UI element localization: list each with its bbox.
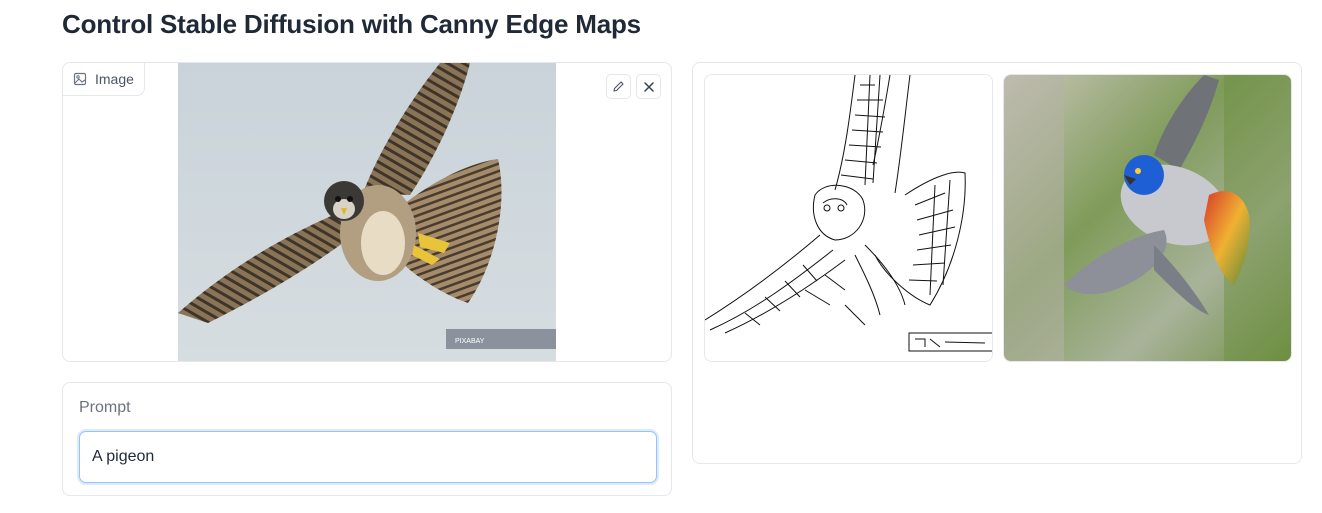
gallery-item-edge-map[interactable]	[704, 74, 993, 362]
prompt-input[interactable]	[79, 431, 657, 483]
watermark-text: PIXABAY	[455, 338, 485, 345]
image-label-badge: Image	[63, 63, 145, 96]
prompt-label: Prompt	[79, 399, 131, 416]
image-input-panel: Image PIXABAY	[62, 62, 672, 362]
edit-image-button[interactable]	[606, 74, 631, 99]
image-icon	[73, 72, 87, 86]
prompt-panel: Prompt	[62, 382, 672, 496]
gallery-item-generated-pigeon[interactable]	[1003, 74, 1292, 362]
pencil-icon	[613, 81, 624, 92]
uploaded-falcon-image: PIXABAY	[178, 63, 556, 361]
generated-pigeon-image	[1004, 75, 1291, 361]
clear-image-button[interactable]	[636, 74, 661, 99]
output-gallery-panel	[692, 62, 1302, 464]
page-title: Control Stable Diffusion with Canny Edge…	[62, 9, 641, 39]
image-label-text: Image	[95, 71, 134, 87]
close-icon	[643, 81, 654, 92]
canny-edge-map-image	[705, 75, 992, 361]
